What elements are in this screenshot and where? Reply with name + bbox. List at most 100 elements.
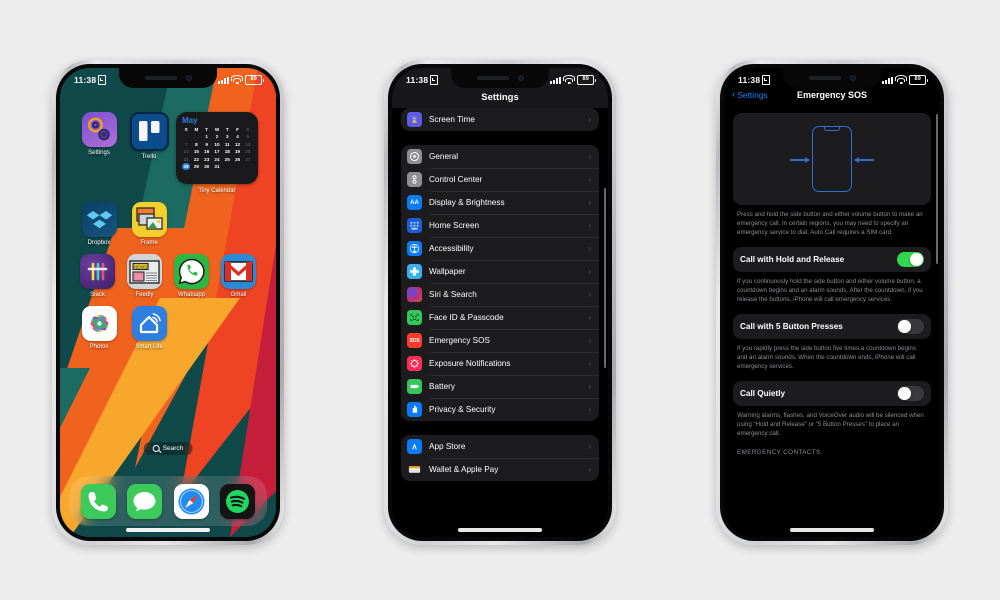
chevron-right-icon: › xyxy=(588,289,591,299)
app-label: Slack xyxy=(90,292,105,298)
screenshot-stage: 11:38 89 Settings Trello May S M T W T F… xyxy=(0,0,1000,600)
frame-app-icon xyxy=(131,202,167,237)
settings-group-1: ⌛ Screen Time › xyxy=(401,108,599,131)
home-indicator[interactable] xyxy=(790,528,874,532)
app-feedly[interactable]: NEWS Feedly xyxy=(121,254,168,298)
app-trello[interactable]: Trello xyxy=(124,112,174,160)
toggle-switch-hold-and-release[interactable] xyxy=(897,251,924,267)
sidebar-item-battery[interactable]: Battery › xyxy=(401,375,599,398)
sidebar-item-screen-time[interactable]: ⌛ Screen Time › xyxy=(401,108,599,131)
battery-icon: 89 xyxy=(245,75,264,85)
chevron-right-icon: › xyxy=(588,441,591,451)
app-photos[interactable]: Photos xyxy=(74,306,124,350)
app-label: Smart Life xyxy=(135,344,163,350)
battery-level: 89 xyxy=(914,76,922,83)
hourglass-icon: ⌛ xyxy=(407,112,422,127)
wifi-icon xyxy=(563,75,576,84)
app-settings[interactable]: Settings xyxy=(74,112,124,156)
chevron-right-icon: › xyxy=(588,174,591,184)
phone-app-icon[interactable] xyxy=(80,483,116,519)
chevron-right-icon: › xyxy=(588,358,591,368)
sidebar-item-accessibility[interactable]: Accessibility › xyxy=(401,237,599,260)
phone-emergency-sos: Press and hold the side button and eithe… xyxy=(716,60,948,545)
messages-app-icon[interactable] xyxy=(127,483,163,519)
sidebar-item-siri-search[interactable]: Siri & Search › xyxy=(401,283,599,306)
chevron-right-icon: › xyxy=(588,151,591,161)
siri-icon xyxy=(407,287,422,302)
alarm-icon xyxy=(430,75,439,85)
wifi-icon xyxy=(231,75,244,84)
sidebar-item-app-store[interactable]: App Store › xyxy=(401,435,599,458)
slack-app-icon xyxy=(80,254,115,289)
settings-item-label: Battery xyxy=(429,382,455,391)
widget-month: May xyxy=(182,116,198,125)
sidebar-item-general[interactable]: General › xyxy=(401,145,599,168)
chevron-right-icon: › xyxy=(588,220,591,230)
settings-item-label: Face ID & Passcode xyxy=(429,313,504,322)
settings-group-3: App Store › Wallet & Apple Pay › xyxy=(401,435,599,481)
toggle-label: Call Quietly xyxy=(740,388,786,398)
settings-item-label: Control Center xyxy=(429,175,483,184)
status-time: 11:38 xyxy=(738,75,761,85)
phone-bezel: 11:38 89 Settings Trello May S M T W T F… xyxy=(56,64,280,541)
sos-content[interactable]: Press and hold the side button and eithe… xyxy=(724,106,940,537)
app-gmail[interactable]: Gmail xyxy=(215,254,262,298)
status-bar-settings: 11:38 89 xyxy=(392,68,608,90)
sidebar-item-wallet-apple-pay[interactable]: Wallet & Apple Pay › xyxy=(401,458,599,481)
app-label: Frame xyxy=(140,240,158,246)
wifi-icon xyxy=(895,75,908,84)
toggle-switch-5-button-presses[interactable] xyxy=(897,318,924,334)
app-label: Feedly xyxy=(135,292,154,298)
sidebar-item-home-screen[interactable]: Home Screen › xyxy=(401,214,599,237)
toggle-switch-call-quietly[interactable] xyxy=(897,385,924,401)
widget-tiny-calendar[interactable]: May SMTWTFS 12345 7 8 9 10 11 12 13 14 15 16 17 18… xyxy=(176,112,258,194)
sidebar-item-control-center[interactable]: Control Center › xyxy=(401,168,599,191)
sos-description-hold-and-release: If you continuously hold the side button… xyxy=(737,277,923,303)
chevron-left-icon: ‹ xyxy=(732,89,736,100)
app-frame[interactable]: Frame xyxy=(124,202,174,246)
phone-bezel: ⌛ Screen Time › General › Control Center… xyxy=(388,64,612,541)
back-button[interactable]: ‹ Settings xyxy=(732,89,768,101)
app-label: Whatsapp xyxy=(177,292,205,298)
sos-description-5-button-presses: If you rapidly press the side button fiv… xyxy=(737,344,916,370)
safari-app-icon[interactable] xyxy=(173,483,209,519)
battery-icon: 89 xyxy=(909,75,928,85)
search-pill[interactable]: Search xyxy=(143,442,193,455)
app-whatsapp[interactable]: Whatsapp xyxy=(168,254,215,298)
spotify-app-icon[interactable] xyxy=(220,483,256,519)
whatsapp-app-icon xyxy=(174,254,209,289)
app-label: Settings xyxy=(88,150,110,156)
settings-list[interactable]: ⌛ Screen Time › General › Control Center… xyxy=(392,92,608,537)
cellular-bars-icon xyxy=(882,76,894,84)
status-bar-sos: 11:38 89 xyxy=(724,68,940,90)
app-slack[interactable]: Slack xyxy=(74,254,121,298)
home-indicator[interactable] xyxy=(458,528,542,532)
scrollbar-thumb[interactable] xyxy=(936,114,938,264)
phone-settings: ⌛ Screen Time › General › Control Center… xyxy=(384,60,616,545)
chevron-right-icon: › xyxy=(588,243,591,253)
toggle-row-hold-and-release[interactable]: Call with Hold and Release xyxy=(733,246,931,272)
smart-life-app-icon xyxy=(131,306,167,341)
gear-icon xyxy=(407,149,422,164)
emergency-sos-screen: Press and hold the side button and eithe… xyxy=(724,68,940,537)
app-row-2: Dropbox Frame xyxy=(74,202,262,246)
sidebar-item-face-id-passcode[interactable]: Face ID & Passcode › xyxy=(401,306,599,329)
sidebar-item-wallpaper[interactable]: Wallpaper › xyxy=(401,260,599,283)
photos-app-icon xyxy=(81,306,117,341)
home-indicator[interactable] xyxy=(126,528,210,532)
sidebar-item-emergency-sos[interactable]: SOS Emergency SOS › xyxy=(401,329,599,352)
scrollbar-thumb[interactable] xyxy=(604,188,606,368)
phone-bezel: Press and hold the side button and eithe… xyxy=(720,64,944,541)
app-row-4: Photos Smart Life xyxy=(74,306,262,350)
settings-item-label: Wallpaper xyxy=(429,267,466,276)
sidebar-item-privacy-security[interactable]: Privacy & Security › xyxy=(401,398,599,421)
sidebar-item-exposure-notifications[interactable]: Exposure Notifications › xyxy=(401,352,599,375)
toggle-row-5-button-presses[interactable]: Call with 5 Button Presses xyxy=(733,313,931,339)
app-smart-life[interactable]: Smart Life xyxy=(124,306,174,350)
settings-item-label: Siri & Search xyxy=(429,290,477,299)
flower-icon xyxy=(407,264,422,279)
toggle-row-call-quietly[interactable]: Call Quietly xyxy=(733,380,931,406)
alarm-icon xyxy=(98,75,107,85)
app-dropbox[interactable]: Dropbox xyxy=(74,202,124,246)
sidebar-item-display-brightness[interactable]: AA Display & Brightness › xyxy=(401,191,599,214)
